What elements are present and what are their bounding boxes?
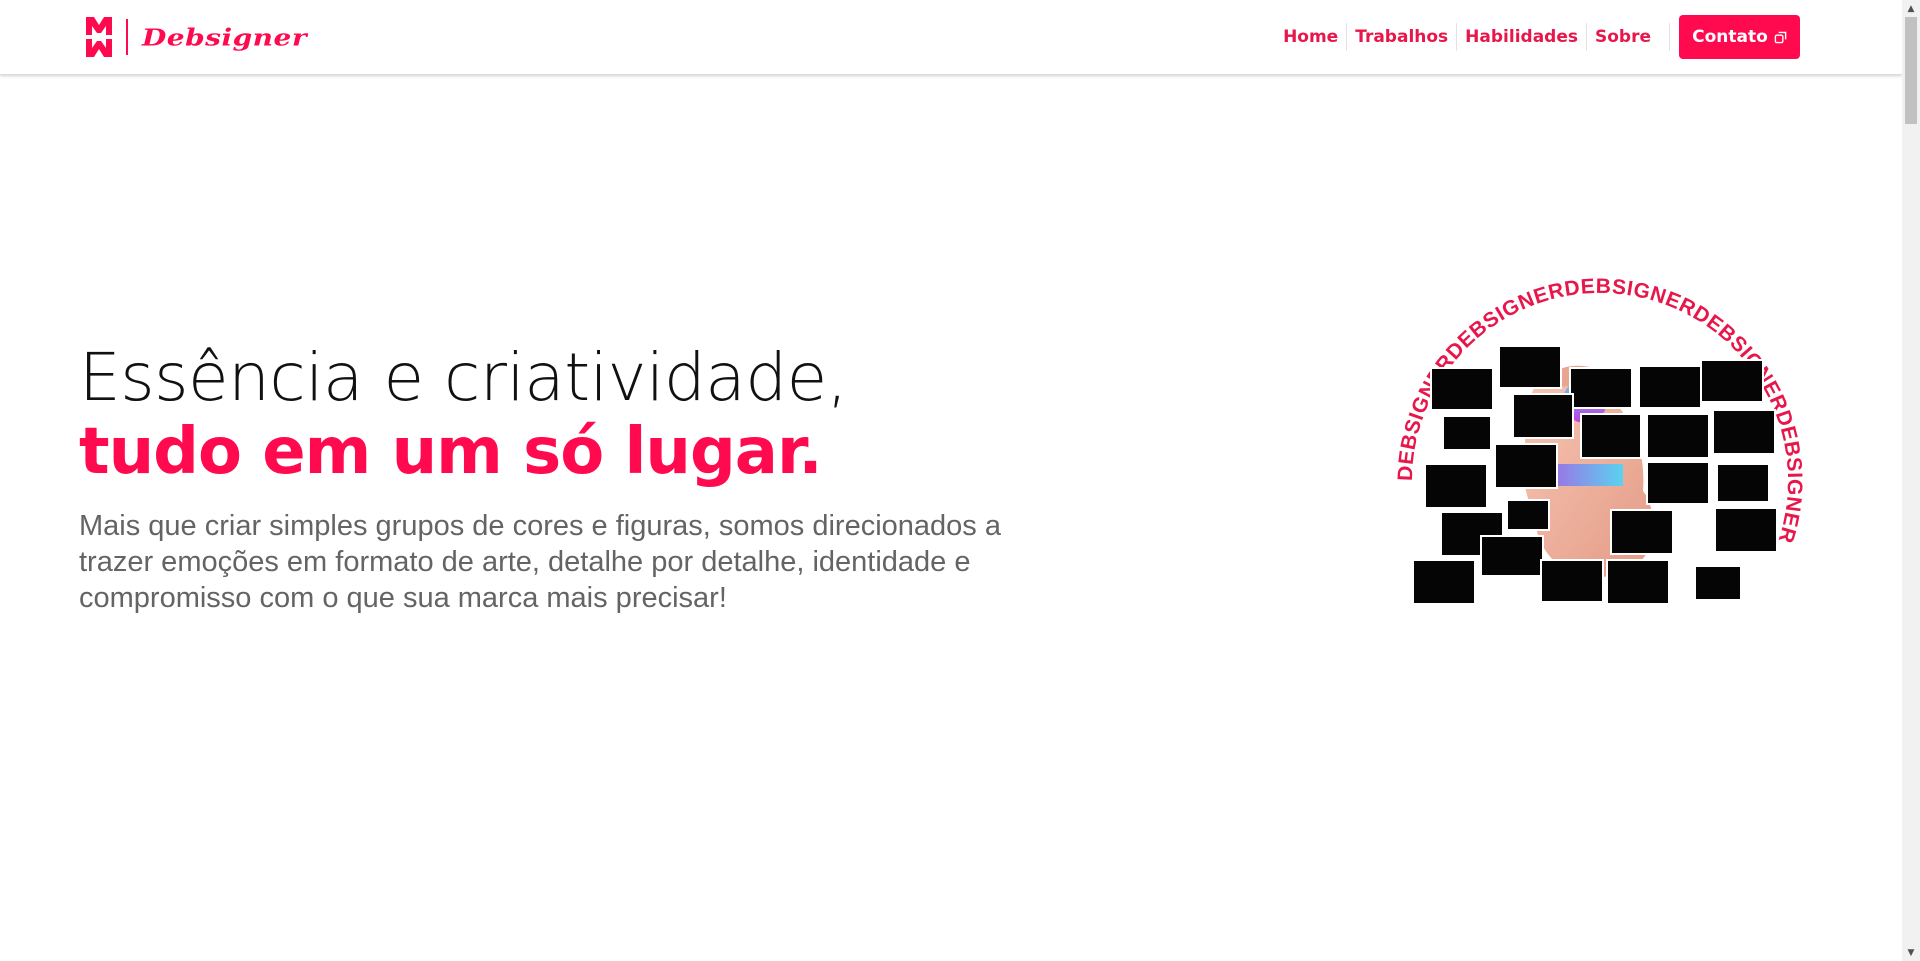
scrollbar-thumb[interactable] <box>1905 17 1917 124</box>
brand-name: Debsigner <box>142 23 308 51</box>
hero-title-line1: Essência e criatividade, <box>79 339 848 416</box>
nav-item-trabalhos[interactable]: Trabalhos <box>1347 23 1458 51</box>
main-nav: Home Trabalhos Habilidades Sobre <box>1275 22 1670 52</box>
logo-mark-icon <box>86 17 112 57</box>
scroll-up-arrow-icon[interactable]: ▲ <box>1902 0 1920 17</box>
hero-subtitle: Mais que criar simples grupos de cores e… <box>79 508 1079 616</box>
contact-button[interactable]: Contato <box>1679 15 1800 59</box>
brand-logo[interactable]: Debsigner <box>84 14 307 60</box>
contact-button-label: Contato <box>1692 27 1768 47</box>
logo-divider <box>126 19 128 55</box>
hero-subtitle-line: compromisso com o que sua marca mais pre… <box>79 582 727 614</box>
scroll-down-arrow-icon[interactable]: ▼ <box>1902 944 1920 961</box>
external-link-icon <box>1774 31 1787 43</box>
site-header: Debsigner Home Trabalhos Habilidades Sob… <box>0 0 1902 75</box>
page: Debsigner Home Trabalhos Habilidades Sob… <box>0 0 1920 961</box>
hero-illustration-graphic: DEBSIGNERDEBSIGNERDEBSIGNERDEBSIGNERDEBS… <box>1394 275 1806 605</box>
hero-subtitle-line: trazer emoções em formato de arte, detal… <box>79 546 971 578</box>
page-scrollbar[interactable]: ▲ ▼ <box>1902 0 1920 961</box>
nav-item-sobre[interactable]: Sobre <box>1587 23 1670 51</box>
nav-item-home[interactable]: Home <box>1275 23 1348 51</box>
nav-item-habilidades[interactable]: Habilidades <box>1457 23 1587 51</box>
hero-title-line2: tudo em um só lugar. <box>79 415 823 489</box>
hero-subtitle-line: Mais que criar simples grupos de cores e… <box>79 510 1001 542</box>
hero-illustration: DEBSIGNERDEBSIGNERDEBSIGNERDEBSIGNERDEBS… <box>1394 275 1806 686</box>
